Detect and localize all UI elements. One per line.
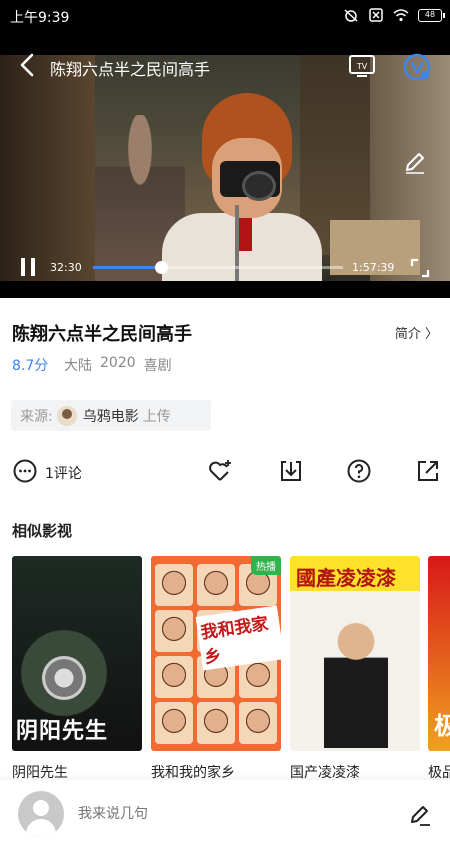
upload-label: 上传 [142, 408, 171, 425]
poster-title: 极 [434, 712, 450, 740]
genre: 喜剧 [143, 358, 172, 374]
download-icon[interactable] [278, 458, 304, 484]
video-frame[interactable] [0, 55, 450, 281]
video-player[interactable]: 上午9:39 48 陈翔六点半之民间高手 TV 32:30 1:57:39 [0, 0, 450, 298]
similar-item[interactable]: 我和我家乡 热播 我和我的家乡 [151, 556, 281, 782]
progress-slider[interactable] [93, 261, 343, 274]
year: 2020 [100, 355, 136, 371]
share-icon[interactable] [415, 458, 441, 484]
movie-meta: 大陆 2020 喜剧 [64, 355, 172, 375]
movie-title: 陈翔六点半之民间高手 [12, 324, 192, 345]
compose-pencil-icon[interactable] [408, 803, 432, 827]
similar-item-name[interactable]: 极品 [428, 762, 450, 782]
poster-title: 我和我家乡 [195, 605, 281, 671]
similar-item[interactable]: 國產凌凌漆 国产凌凌漆 [290, 556, 420, 782]
similar-item[interactable]: 极 极品 [428, 556, 450, 782]
poster[interactable]: 阴阳先生 [12, 556, 142, 751]
similar-list[interactable]: 阴阳先生 阴阳先生 我和我家乡 热播 我和我的家乡 國產凌凌漆 国产凌凌漆 极 … [12, 556, 450, 786]
status-time: 上午9:39 [10, 10, 70, 26]
poster-title: 國產凌凌漆 [296, 566, 396, 590]
wifi-icon [393, 9, 409, 22]
poster-title: 阴阳先生 [16, 719, 109, 744]
progress-fill [93, 266, 161, 269]
total-time: 1:57:39 [352, 261, 395, 274]
poster[interactable]: 极 [428, 556, 450, 751]
help-icon[interactable] [346, 458, 372, 484]
cast-tv-icon[interactable]: TV [348, 54, 376, 78]
poster[interactable]: 我和我家乡 热播 [151, 556, 281, 751]
battery-icon: 48 [418, 8, 445, 22]
video-title: 陈翔六点半之民间高手 [50, 60, 211, 79]
back-arrow-icon[interactable] [14, 50, 40, 80]
uploader-name[interactable]: 乌鸦电影 [83, 406, 139, 426]
comment-count[interactable]: 1评论 [45, 463, 82, 483]
source-chip[interactable]: 来源: 乌鸦电影 上传 [11, 400, 211, 431]
notification-icon [369, 8, 383, 22]
score: 8.7分 [12, 358, 49, 374]
comment-input[interactable] [78, 806, 328, 822]
region: 大陆 [64, 358, 92, 374]
poster[interactable]: 國產凌凌漆 [290, 556, 420, 751]
similar-item-name[interactable]: 阴阳先生 [12, 762, 142, 782]
current-time: 32:30 [50, 261, 82, 274]
similar-item-name[interactable]: 国产凌凌漆 [290, 762, 420, 782]
user-avatar[interactable] [18, 791, 64, 837]
similar-item[interactable]: 阴阳先生 阴阳先生 [12, 556, 142, 782]
favorite-heart-icon[interactable] [207, 458, 233, 484]
comment-icon[interactable] [12, 458, 38, 484]
progress-handle[interactable] [154, 261, 168, 274]
vip-icon[interactable] [402, 52, 432, 82]
alarm-off-icon [344, 9, 358, 22]
similar-item-name[interactable]: 我和我的家乡 [151, 762, 281, 782]
source-label: 来源: [20, 408, 53, 425]
fullscreen-icon[interactable] [410, 258, 430, 278]
comment-bar [0, 780, 450, 850]
svg-text:TV: TV [356, 62, 368, 71]
action-bar: 1评论 [0, 455, 450, 489]
intro-link[interactable]: 简介 〉 [395, 323, 438, 342]
pencil-icon[interactable] [402, 150, 428, 176]
hot-badge: 热播 [251, 556, 281, 575]
pause-icon[interactable] [18, 256, 38, 278]
uploader-avatar [56, 405, 77, 426]
status-bar: 上午9:39 48 [0, 0, 450, 32]
similar-section-title: 相似影视 [12, 522, 73, 540]
